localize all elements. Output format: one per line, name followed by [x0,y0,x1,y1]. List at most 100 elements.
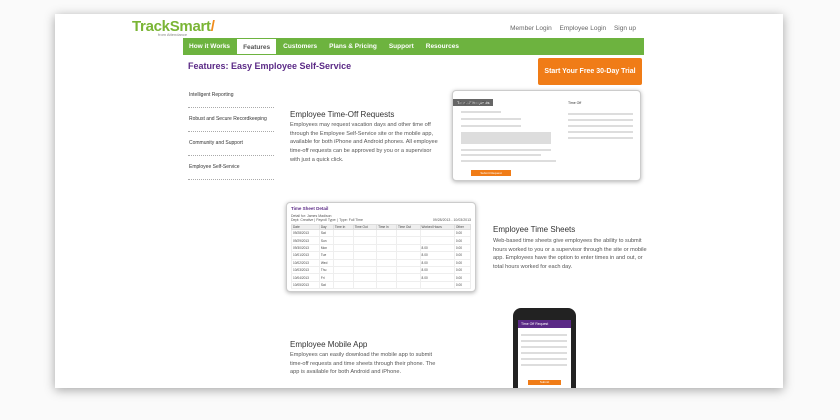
timesheet-cell[interactable] [396,258,421,267]
timesheet-cell [419,280,455,290]
timesheet-cell: 0.00 [453,251,472,260]
timesheet-range: 09/28/2013 - 10/03/2013 [432,218,471,222]
timesheet-screenshot: Time Sheet Detail Detail for: James Madi… [286,202,476,292]
timesheet-cell [419,236,455,245]
timesheet-cell[interactable] [352,228,378,238]
timesheet-cell[interactable] [352,280,378,290]
features-sidebar: Intelligent Reporting Robust and Secure … [188,84,274,180]
timeoff-submit-button[interactable]: Submit Request [471,170,511,176]
page-title: Features: Easy Employee Self-Service [188,61,352,71]
nav-support[interactable]: Support [383,38,420,55]
timesheet-cell[interactable] [352,265,378,275]
nav-how-it-works[interactable]: How it Works [183,38,236,55]
timesheet-cell[interactable] [396,228,421,238]
timesheet-cell[interactable] [332,236,354,245]
timesheet-cell[interactable] [332,258,354,267]
timesheet-cell[interactable] [396,251,421,260]
employee-login-link[interactable]: Employee Login [560,25,607,32]
timesheet-cell: 09/29/2013 [291,236,320,245]
sidebar-item-self-service[interactable]: Employee Self-Service [188,156,274,180]
sign-up-link[interactable]: Sign up [614,25,636,32]
timesheet-row: 10/03/2013 Thu 8.00 0.00 [291,265,472,275]
timesheet-cell[interactable] [332,251,354,260]
timesheet-cell: 0.00 [453,228,472,238]
timesheet-cell[interactable] [332,280,354,290]
top-links: Member Login Employee Login Sign up [504,25,636,32]
main-nav: How it Works Features Customers Plans & … [183,38,644,55]
timesheet-cell: 8.00 [419,265,455,275]
timesheet-cell: 8.00 [419,258,455,267]
sidebar-item-recordkeeping[interactable]: Robust and Secure Recordkeeping [188,108,274,132]
timesheet-row: 09/29/2013 Sun 0.00 [291,236,472,245]
timesheet-cell: Sat [318,280,334,290]
timesheet-cell[interactable] [376,243,398,253]
timeoff-heading: Employee Time-Off Requests [290,110,395,119]
timesheet-table: Date Day Time In Time Out Time In Time Out Wor… [291,224,472,290]
timesheet-cell: 10/05/2013 [291,280,320,290]
timesheet-cell[interactable] [332,265,354,275]
timesheet-row: 09/28/2013 Sat 0.00 [291,228,472,238]
sidebar-item-reporting[interactable]: Intelligent Reporting [188,84,274,108]
timesheet-cell[interactable] [332,273,354,282]
timesheet-cell[interactable] [352,258,378,267]
timesheet-cell: Mon [318,243,334,253]
timesheet-cell[interactable] [376,265,398,275]
timesheet-cell: 0.00 [453,280,472,290]
timesheet-cell[interactable] [396,265,421,275]
timesheet-cell[interactable] [396,236,421,245]
timesheet-cell: 0.00 [453,236,472,245]
timesheet-cell: 10/03/2013 [291,265,320,275]
timesheet-cell: 8.00 [419,251,455,260]
nav-features[interactable]: Features [236,38,278,55]
timesheet-title: Time Sheet Detail [291,206,329,211]
timesheet-cell: Wed [318,258,334,267]
sidebar-item-community[interactable]: Community and Support [188,132,274,156]
logo-subtitle: from Attendance [158,32,188,37]
timesheet-cell[interactable] [376,228,398,238]
timeoff-screenshot: Time-off Requests Request Time Off Time … [452,90,641,181]
phone-submit-button[interactable]: Submit [528,380,561,385]
timeoff-side-title: Time Off [568,101,582,105]
timesheet-cell[interactable] [376,251,398,260]
timesheet-cell: Fri [318,273,334,282]
timesheet-cell[interactable] [376,280,398,290]
timesheet-cell[interactable] [352,236,378,245]
timesheet-row: 10/02/2013 Wed 8.00 0.00 [291,258,472,267]
timesheet-cell: Thu [318,265,334,275]
nav-resources[interactable]: Resources [420,38,465,55]
free-trial-button[interactable]: Start Your Free 30-Day Trial [538,58,642,85]
timesheet-cell: Tue [318,251,334,260]
timesheet-cell: 0.00 [453,243,472,253]
mobile-body: Employees can easily download the mobile… [290,352,436,376]
timesheet-cell[interactable] [396,243,421,253]
timesheet-cell[interactable] [352,243,378,253]
timesheet-cell: Sat [318,228,334,238]
site-header: TrackSmart/ from Attendance Member Login… [132,18,644,40]
timesheet-row: 09/30/2013 Mon 8.00 0.00 [291,243,472,253]
nav-customers[interactable]: Customers [277,38,323,55]
timesheet-row: 10/05/2013 Sat 0.00 [291,280,472,290]
member-login-link[interactable]: Member Login [510,25,552,32]
nav-plans-pricing[interactable]: Plans & Pricing [323,38,383,55]
timesheets-heading: Employee Time Sheets [493,225,576,234]
timesheet-cell: 8.00 [419,273,455,282]
timesheet-cell[interactable] [376,258,398,267]
timesheet-meta: Dept: Creative | Payroll Type: | Type: F… [291,218,363,222]
timesheet-cell[interactable] [332,228,354,238]
timesheet-cell[interactable] [352,251,378,260]
mobile-heading: Employee Mobile App [290,340,368,349]
timesheet-cell: 10/02/2013 [291,258,320,267]
timesheet-cell[interactable] [376,273,398,282]
timesheet-cell: 8.00 [419,243,455,253]
timesheet-row: 10/01/2013 Tue 8.00 0.00 [291,251,472,260]
timesheet-cell: 0.00 [453,258,472,267]
phone-screenshot: Time Off Request Submit [513,308,576,388]
page-frame [55,14,783,388]
timesheet-cell[interactable] [376,236,398,245]
timesheet-cell[interactable] [396,280,421,290]
timesheet-cell[interactable] [352,273,378,282]
timesheet-cell: 0.00 [453,273,472,282]
timesheet-cell[interactable] [396,273,421,282]
timesheets-body: Web-based time sheets give employees the… [493,238,647,271]
timesheet-cell[interactable] [332,243,354,253]
